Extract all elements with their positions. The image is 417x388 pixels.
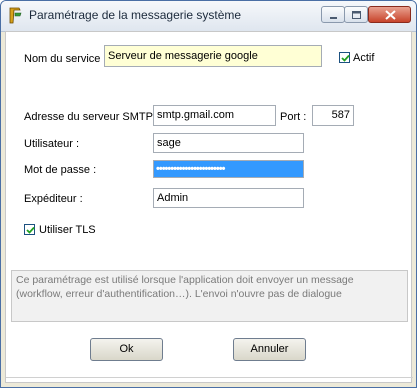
password-input[interactable]: •••••••••••••••••••••••• (153, 160, 304, 178)
active-checkbox[interactable] (339, 52, 350, 63)
smtp-label: Adresse du serveur SMTP : (24, 111, 159, 123)
app-logo-icon (7, 7, 23, 25)
sender-label: Expéditeur : (24, 193, 83, 205)
window-title: Paramétrage de la messagerie système (29, 8, 242, 22)
service-name-label: Nom du service : (24, 53, 107, 65)
sender-input[interactable]: Admin (153, 188, 304, 208)
tls-label: Utiliser TLS (39, 224, 96, 236)
dialog-body: Nom du service : Serveur de messagerie g… (5, 31, 413, 383)
smtp-input[interactable]: smtp.gmail.com (153, 105, 276, 126)
port-input[interactable]: 587 (312, 105, 354, 126)
dialog-window: Paramétrage de la messagerie système Nom… (0, 0, 417, 388)
checkmark-icon (26, 226, 35, 234)
maximize-icon (352, 11, 361, 19)
tls-checkbox[interactable] (24, 224, 35, 235)
active-label: Actif (353, 52, 375, 64)
close-icon (385, 10, 396, 20)
checkmark-icon (341, 54, 350, 62)
user-input[interactable]: sage (153, 133, 304, 153)
service-name-input[interactable]: Serveur de messagerie google (104, 45, 322, 67)
ok-button[interactable]: Ok (90, 338, 163, 361)
port-label: Port : (280, 111, 307, 123)
close-button[interactable] (368, 6, 411, 23)
password-label: Mot de passe : (24, 164, 97, 176)
user-label: Utilisateur : (24, 138, 80, 150)
maximize-button[interactable] (344, 6, 368, 23)
cancel-button[interactable]: Annuler (233, 338, 306, 361)
title-bar[interactable]: Paramétrage de la messagerie système (1, 1, 416, 32)
minimize-button[interactable] (321, 6, 345, 23)
info-box: Ce paramétrage est utilisé lorsque l'app… (11, 270, 408, 322)
minimize-icon (330, 17, 337, 19)
divider (6, 377, 413, 378)
